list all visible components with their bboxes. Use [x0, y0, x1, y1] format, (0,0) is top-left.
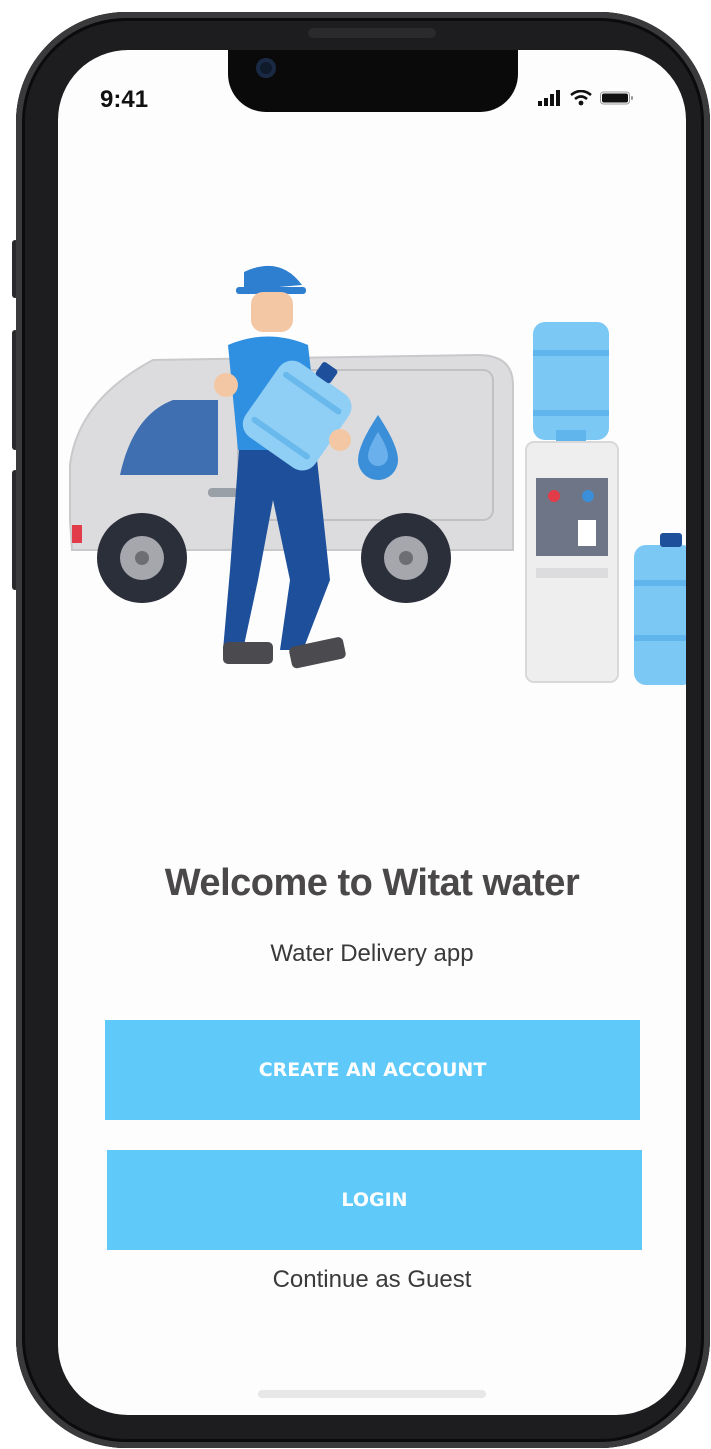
- cellular-signal-icon: [538, 90, 560, 106]
- login-button[interactable]: LOGIN: [107, 1150, 642, 1250]
- status-bar-icons: [538, 90, 634, 106]
- home-indicator[interactable]: [258, 1390, 486, 1398]
- water-bottle-illustration: [634, 533, 686, 685]
- welcome-subtitle: Water Delivery app: [270, 940, 474, 967]
- front-camera-icon: [256, 58, 276, 78]
- status-bar-time: 9:41: [100, 86, 149, 113]
- water-cooler-illustration: [525, 322, 619, 683]
- water-delivery-illustration: [69, 265, 686, 685]
- welcome-title: Welcome to Witat water: [164, 862, 580, 904]
- wifi-icon: [570, 90, 592, 106]
- phone-speaker: [308, 28, 436, 38]
- continue-as-guest-link[interactable]: Continue as Guest: [58, 1266, 686, 1294]
- battery-icon: [600, 91, 633, 105]
- create-account-button[interactable]: CREATE AN ACCOUNT: [105, 1020, 640, 1120]
